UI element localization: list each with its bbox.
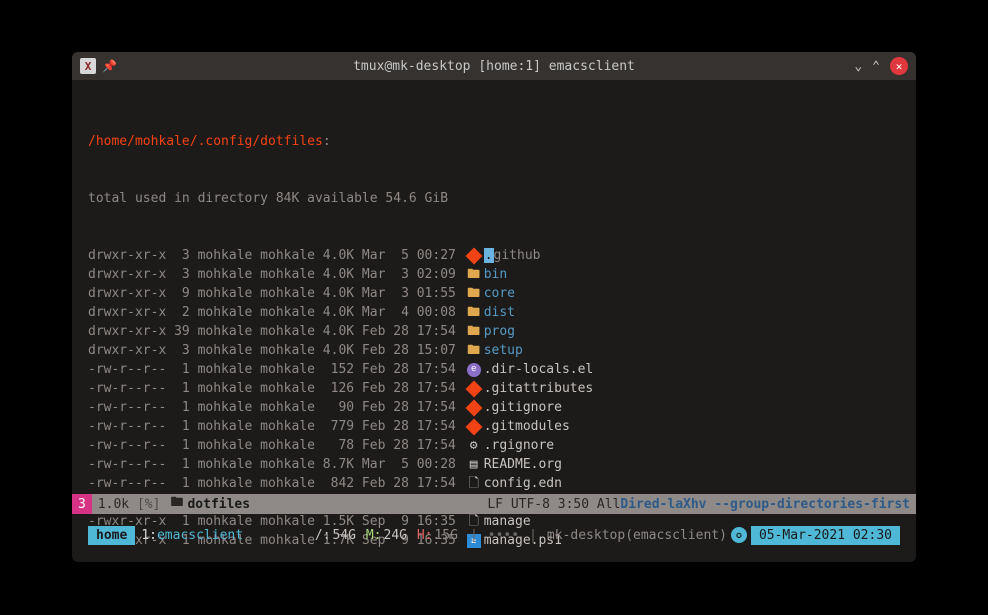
- entry-meta: -rw-r--r-- 1 mohkale mohkale 152 Feb 28 …: [88, 360, 464, 379]
- folder-icon: 🖿: [467, 284, 480, 303]
- entry-meta: drwxr-xr-x 3 mohkale mohkale 4.0K Mar 3 …: [88, 265, 464, 284]
- minimize-icon[interactable]: ⌄: [854, 59, 862, 74]
- entry-meta: drwxr-xr-x 3 mohkale mohkale 4.0K Mar 5 …: [88, 246, 464, 265]
- dired-entry[interactable]: drwxr-xr-x 39 mohkale mohkale 4.0K Feb 2…: [88, 322, 900, 341]
- dired-entry[interactable]: drwxr-xr-x 3 mohkale mohkale 4.0K Feb 28…: [88, 341, 900, 360]
- entry-meta: drwxr-xr-x 2 mohkale mohkale 4.0K Mar 4 …: [88, 303, 464, 322]
- entry-name: .gitignore: [484, 398, 562, 417]
- dired-entry[interactable]: drwxr-xr-x 3 mohkale mohkale 4.0K Mar 3 …: [88, 265, 900, 284]
- entry-name: .github: [484, 246, 541, 265]
- separator: |: [460, 528, 488, 543]
- dired-entry[interactable]: -rw-r--r-- 1 mohkale mohkale 78 Feb 28 1…: [88, 436, 900, 455]
- dired-entry[interactable]: -rw-r--r-- 1 mohkale mohkale 126 Feb 28 …: [88, 379, 900, 398]
- dired-entry[interactable]: -rw-r--r-- 1 mohkale mohkale 152 Feb 28 …: [88, 360, 900, 379]
- window-title: tmux@mk-desktop [home:1] emacsclient: [72, 59, 916, 74]
- emacs-modeline: 3 1.0k [%] 🖿 dotfiles LF UTF-8 3:50 All …: [72, 494, 916, 514]
- entry-name: .rgignore: [484, 436, 554, 455]
- dired-entry[interactable]: -rw-r--r-- 1 mohkale mohkale 90 Feb 28 1…: [88, 398, 900, 417]
- modeline-major: Dired: [620, 497, 659, 512]
- entry-meta: -rw-r--r-- 1 mohkale mohkale 8.7K Mar 5 …: [88, 455, 464, 474]
- entry-name: .dir-locals.el: [484, 360, 594, 379]
- folder-icon: 🖿: [467, 322, 480, 341]
- git-icon: [467, 420, 481, 434]
- titlebar[interactable]: X 📌 tmux@mk-desktop [home:1] emacsclient…: [72, 52, 916, 80]
- entry-name: dist: [484, 303, 515, 322]
- modeline-size: 1.0k [%]: [92, 497, 167, 512]
- gear-icon: ⚙: [470, 436, 478, 455]
- entry-meta: -rw-r--r-- 1 mohkale mohkale 779 Feb 28 …: [88, 417, 464, 436]
- git-icon: [467, 382, 481, 396]
- entry-meta: -rw-r--r-- 1 mohkale mohkale 90 Feb 28 1…: [88, 398, 464, 417]
- entry-meta: drwxr-xr-x 3 mohkale mohkale 4.0K Feb 28…: [88, 341, 464, 360]
- dired-summary: total used in directory 84K available 54…: [88, 189, 448, 208]
- entry-name: .gitmodules: [484, 417, 570, 436]
- terminal-window: X 📌 tmux@mk-desktop [home:1] emacsclient…: [72, 52, 916, 562]
- modeline-flags: -laXhv --group-directories-first: [660, 497, 910, 512]
- tmux-host: mk-desktop(emacsclient): [547, 528, 727, 543]
- git-icon: [467, 401, 481, 415]
- tmux-datetime: 05-Mar-2021 02:30: [751, 526, 900, 545]
- tmux-window[interactable]: 1:emacsclient: [135, 528, 249, 543]
- folder-icon: 🖿: [467, 303, 480, 322]
- dired-entry[interactable]: -rw-r--r-- 1 mohkale mohkale 779 Feb 28 …: [88, 417, 900, 436]
- modeline-buffer: dotfiles: [187, 497, 250, 512]
- tmux-dots: ••••: [488, 528, 519, 543]
- entry-meta: -rw-r--r-- 1 mohkale mohkale 842 Feb 28 …: [88, 474, 464, 493]
- entry-meta: -rw-r--r-- 1 mohkale mohkale 78 Feb 28 1…: [88, 436, 464, 455]
- close-icon[interactable]: ✕: [890, 57, 908, 75]
- modeline-badge: 3: [72, 494, 92, 514]
- clock-icon: ✪: [731, 527, 747, 543]
- folder-icon: 🖿: [467, 341, 480, 360]
- pin-icon[interactable]: 📌: [102, 59, 117, 73]
- entry-name: config.edn: [484, 474, 562, 493]
- entry-meta: drwxr-xr-x 39 mohkale mohkale 4.0K Feb 2…: [88, 322, 464, 341]
- entry-name: .gitattributes: [484, 379, 594, 398]
- dired-entry[interactable]: drwxr-xr-x 9 mohkale mohkale 4.0K Mar 3 …: [88, 284, 900, 303]
- entry-name: core: [484, 284, 515, 303]
- entry-name: README.org: [484, 455, 562, 474]
- tmux-disk: /:54G M:24G H:15G: [315, 528, 460, 543]
- app-icon: X: [80, 58, 96, 74]
- emacs-icon: e: [467, 363, 481, 377]
- dired-path: /home/mohkale/.config/dotfiles: [88, 132, 323, 151]
- modeline-encoding: LF UTF-8 3:50 All: [487, 497, 620, 512]
- maximize-icon[interactable]: ⌃: [872, 59, 880, 74]
- terminal-content[interactable]: /home/mohkale/.config/dotfiles: total us…: [72, 80, 916, 562]
- entry-name: bin: [484, 265, 507, 284]
- entry-name: prog: [484, 322, 515, 341]
- entry-meta: drwxr-xr-x 9 mohkale mohkale 4.0K Mar 3 …: [88, 284, 464, 303]
- git-icon: [467, 249, 481, 263]
- dired-entry[interactable]: drwxr-xr-x 2 mohkale mohkale 4.0K Mar 4 …: [88, 303, 900, 322]
- tmux-session[interactable]: home: [88, 526, 135, 545]
- folder-icon: 🖿: [166, 493, 187, 515]
- book-icon: ▤: [470, 455, 478, 474]
- entry-name: setup: [484, 341, 523, 360]
- dired-entry[interactable]: -rw-r--r-- 1 mohkale mohkale 842 Feb 28 …: [88, 474, 900, 493]
- folder-icon: 🖿: [467, 265, 480, 284]
- dired-entry[interactable]: drwxr-xr-x 3 mohkale mohkale 4.0K Mar 5 …: [88, 246, 900, 265]
- separator: |: [519, 528, 547, 543]
- entry-meta: -rw-r--r-- 1 mohkale mohkale 126 Feb 28 …: [88, 379, 464, 398]
- dired-entry[interactable]: -rw-r--r-- 1 mohkale mohkale 8.7K Mar 5 …: [88, 455, 900, 474]
- tmux-statusbar: home 1:emacsclient /:54G M:24G H:15G | •…: [88, 524, 900, 546]
- file-icon: 🗋: [468, 474, 478, 493]
